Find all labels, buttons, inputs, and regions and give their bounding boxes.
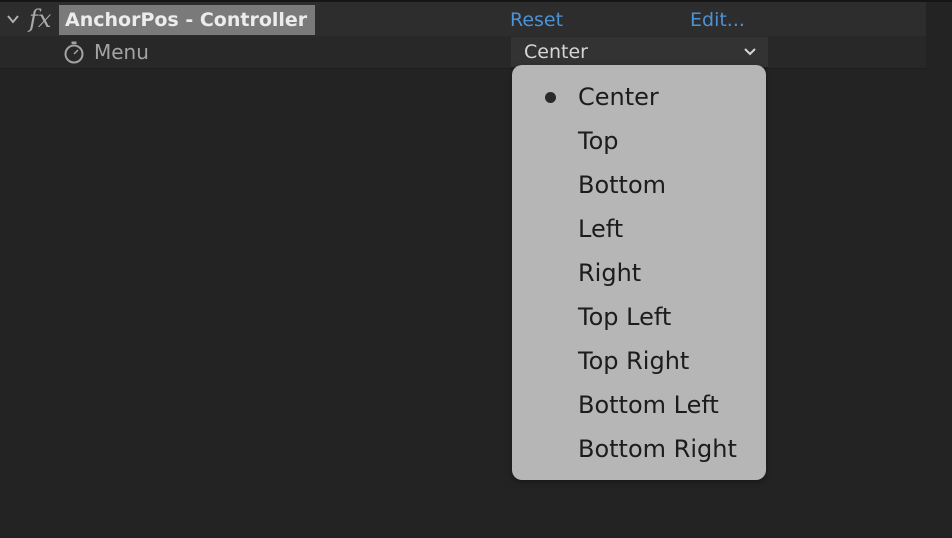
effect-header-row[interactable]: fx AnchorPos - Controller Reset Edit... — [0, 2, 926, 36]
menu-item-label: Right — [578, 259, 642, 287]
parameter-label: Menu — [94, 40, 149, 64]
menu-item-label: Bottom Right — [578, 435, 737, 463]
menu-item-label: Top Right — [578, 347, 690, 375]
effect-name[interactable]: AnchorPos - Controller — [59, 5, 316, 35]
menu-item-label: Left — [578, 215, 624, 243]
menu-item-label: Bottom Left — [578, 391, 719, 419]
menu-item-top[interactable]: Top — [512, 119, 766, 163]
menu-item-bottom-left[interactable]: Bottom Left — [512, 383, 766, 427]
dropdown-menu-popup: Center Top Bottom Left Right Top Left To… — [512, 65, 766, 480]
menu-item-bottom[interactable]: Bottom — [512, 163, 766, 207]
dropdown-selected-value: Center — [524, 41, 588, 63]
menu-item-label: Center — [578, 83, 659, 111]
menu-item-bottom-right[interactable]: Bottom Right — [512, 427, 766, 471]
chevron-down-icon — [744, 48, 756, 56]
effect-controls-panel: fx AnchorPos - Controller Reset Edit... … — [0, 0, 952, 538]
menu-dropdown[interactable]: Center — [511, 37, 768, 68]
reset-link[interactable]: Reset — [510, 7, 563, 33]
menu-item-right[interactable]: Right — [512, 251, 766, 295]
fx-icon[interactable]: fx — [29, 5, 51, 33]
menu-item-left[interactable]: Left — [512, 207, 766, 251]
bullet-icon — [545, 92, 556, 103]
menu-item-center[interactable]: Center — [512, 75, 766, 119]
edit-link[interactable]: Edit... — [690, 7, 745, 33]
menu-item-top-left[interactable]: Top Left — [512, 295, 766, 339]
menu-item-label: Top — [578, 127, 619, 155]
menu-item-top-right[interactable]: Top Right — [512, 339, 766, 383]
menu-item-label: Bottom — [578, 171, 667, 199]
chevron-down-icon[interactable] — [5, 13, 21, 25]
stopwatch-icon[interactable] — [62, 40, 86, 64]
menu-item-label: Top Left — [578, 303, 672, 331]
